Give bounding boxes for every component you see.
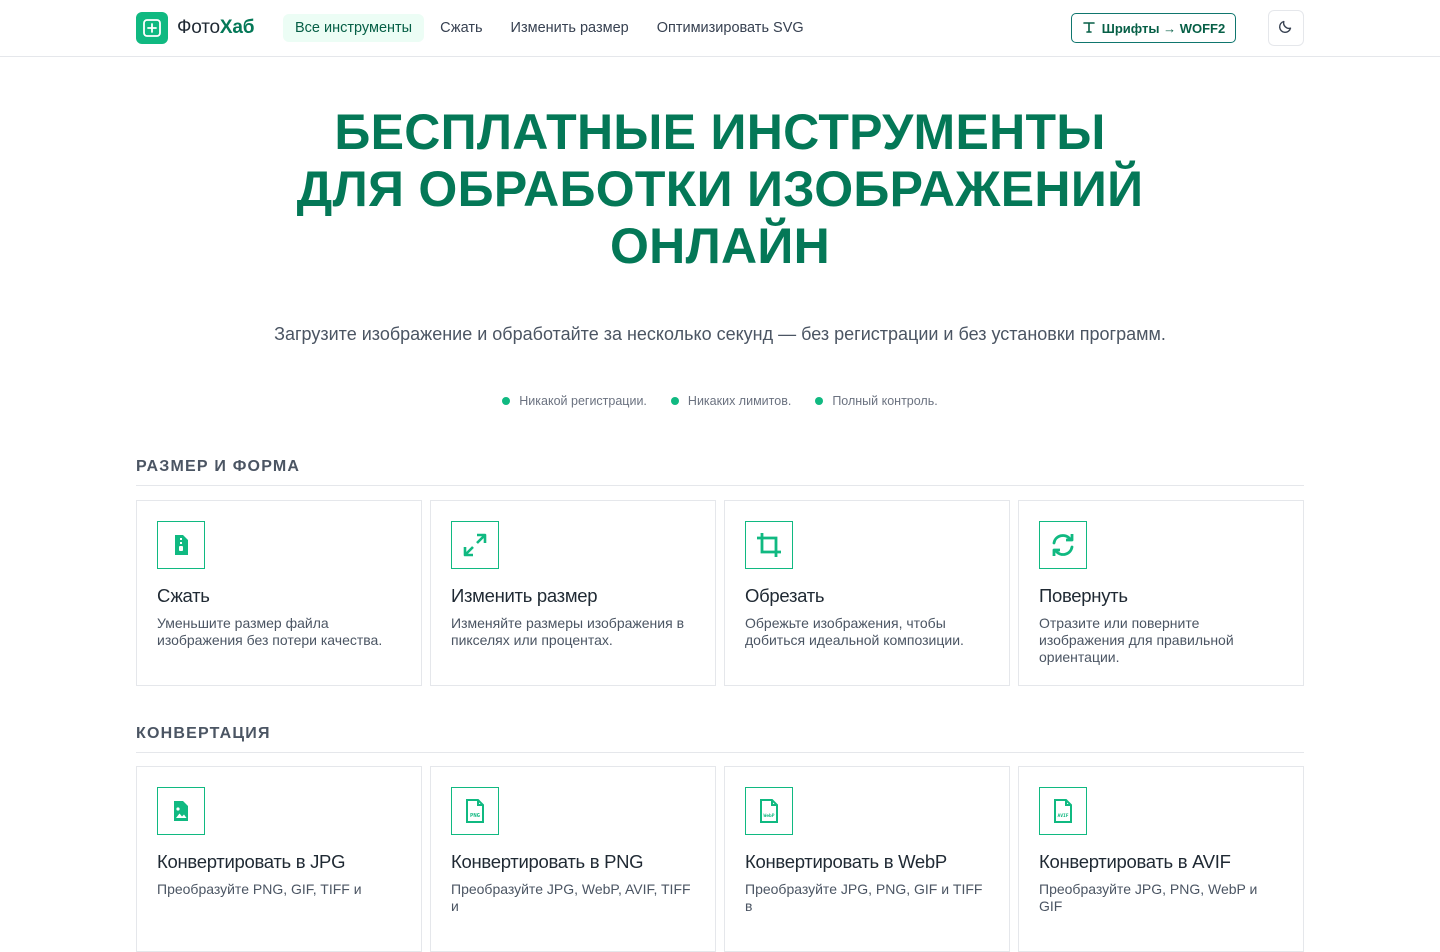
file-webp-icon: WebP — [745, 787, 793, 835]
hero-title-line2: ДЛЯ ОБРАБОТКИ ИЗОБРАЖЕНИЙ — [296, 161, 1144, 217]
card-description: Преобразуйте JPG, PNG, WebP и GIF — [1039, 881, 1258, 914]
hero-title-line3: ОНЛАЙН — [609, 218, 831, 274]
svg-text:WebP: WebP — [763, 813, 774, 819]
svg-text:AVIF: AVIF — [1057, 813, 1068, 819]
feature-bullet-text: Полный контроль. — [832, 394, 938, 408]
nav-optimize-svg[interactable]: Оптимизировать SVG — [645, 14, 816, 42]
feature-bullets: Никакой регистрации. Никаких лимитов. По… — [0, 394, 1440, 408]
card-description: Отразите или поверните изображения для п… — [1039, 615, 1234, 665]
logo-text-part2: Хаб — [219, 17, 255, 38]
tool-cards-conversion: Конвертировать в JPG Преобразуйте PNG, G… — [136, 766, 1304, 952]
card-title: Обрезать — [745, 585, 825, 606]
card-description: Преобразуйте PNG, GIF, TIFF и — [157, 881, 362, 897]
card-description: Изменяйте размеры изображения в пикселях… — [451, 615, 685, 648]
tool-card-to-jpg[interactable]: Конвертировать в JPG Преобразуйте PNG, G… — [136, 766, 422, 952]
feature-bullet: Никаких лимитов. — [670, 394, 792, 408]
rotate-icon — [1039, 521, 1087, 569]
feature-bullet-text: Никакой регистрации. — [519, 394, 647, 408]
hero-title: БЕСПЛАТНЫЕ ИНСТРУМЕНТЫ ДЛЯ ОБРАБОТКИ ИЗО… — [240, 104, 1200, 275]
tool-cards-size-shape: Сжать Уменьшите размер файла изображения… — [136, 500, 1304, 686]
card-description: Уменьшите размер файла изображения без п… — [157, 615, 383, 648]
logo-icon — [136, 12, 168, 44]
tool-card-to-avif[interactable]: AVIF Конвертировать в AVIF Преобразуйте … — [1018, 766, 1304, 952]
nav-all-tools[interactable]: Все инструменты — [283, 14, 425, 42]
fonts-woff2-button[interactable]: Шрифты → WOFF2 — [1071, 13, 1236, 43]
file-avif-icon: AVIF — [1039, 787, 1087, 835]
feature-bullet-text: Никаких лимитов. — [687, 394, 792, 408]
file-png-icon: PNG — [451, 787, 499, 835]
card-title: Изменить размер — [451, 585, 598, 606]
tool-card-compress[interactable]: Сжать Уменьшите размер файла изображения… — [136, 500, 422, 686]
file-zip-icon — [157, 521, 205, 569]
bullet-dot-icon — [670, 397, 679, 405]
card-title: Конвертировать в PNG — [451, 851, 644, 872]
logo-text: ФотоХаб — [177, 17, 254, 39]
svg-text:PNG: PNG — [470, 813, 481, 819]
card-description: Обрежьте изображения, чтобы добиться иде… — [745, 615, 964, 648]
resize-arrows-icon — [451, 521, 499, 569]
tool-card-resize[interactable]: Изменить размер Изменяйте размеры изобра… — [430, 500, 716, 686]
tool-card-to-webp[interactable]: WebP Конвертировать в WebP Преобразуйте … — [724, 766, 1010, 952]
tool-card-to-png[interactable]: PNG Конвертировать в PNG Преобразуйте JP… — [430, 766, 716, 952]
hero-subtitle: Загрузите изображение и обработайте за н… — [274, 324, 1166, 344]
file-image-icon — [157, 787, 205, 835]
card-title: Повернуть — [1039, 585, 1128, 606]
fonts-button-label: Шрифты → WOFF2 — [1101, 20, 1226, 36]
bullet-dot-icon — [815, 397, 824, 405]
hero-title-line1: БЕСПЛАТНЫЕ ИНСТРУМЕНТЫ — [334, 104, 1106, 160]
card-description: Преобразуйте JPG, WebP, AVIF, TIFF и — [451, 881, 691, 914]
crop-icon — [745, 521, 793, 569]
feature-bullet: Полный контроль. — [815, 394, 938, 408]
card-title: Конвертировать в JPG — [157, 851, 346, 872]
section-title-conversion: КОНВЕРТАЦИЯ — [136, 725, 1304, 753]
section-title-size-shape: РАЗМЕР И ФОРМА — [136, 458, 1304, 486]
nav-compress[interactable]: Сжать — [428, 14, 494, 42]
feature-bullet: Никакой регистрации. — [502, 394, 647, 408]
card-title: Конвертировать в WebP — [745, 851, 947, 872]
card-title: Сжать — [157, 585, 210, 606]
tool-card-crop[interactable]: Обрезать Обрежьте изображения, чтобы доб… — [724, 500, 1010, 686]
top-header: ФотоХаб Все инструменты Сжать Изменить р… — [0, 0, 1440, 57]
bullet-dot-icon — [502, 397, 511, 405]
main-nav: Все инструменты Сжать Изменить размер Оп… — [283, 14, 816, 42]
moon-icon — [1278, 18, 1294, 39]
tool-card-rotate[interactable]: Повернуть Отразите или поверните изображ… — [1018, 500, 1304, 686]
card-title: Конвертировать в AVIF — [1039, 851, 1231, 872]
text-type-icon — [1082, 20, 1096, 37]
logo[interactable]: ФотоХаб — [136, 12, 254, 44]
card-description: Преобразуйте JPG, PNG, GIF и TIFF в — [745, 881, 983, 914]
nav-resize[interactable]: Изменить размер — [499, 14, 641, 42]
theme-toggle-button[interactable] — [1268, 10, 1304, 46]
logo-text-part1: Фото — [177, 17, 220, 38]
